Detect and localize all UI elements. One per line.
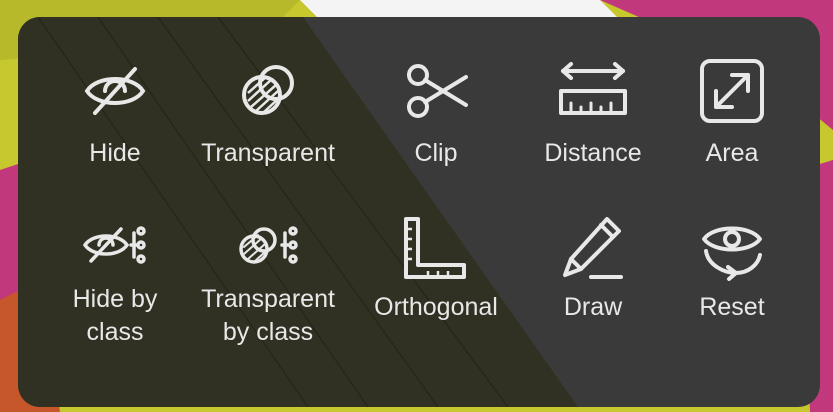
tools-panel: Hide Transparent Clip Distance Area Hide… — [18, 17, 820, 407]
orthogonal-button[interactable]: Orthogonal — [351, 217, 521, 324]
square-ruler-icon — [404, 217, 466, 279]
eye-off-icon — [84, 67, 146, 115]
reset-label: Reset — [699, 293, 765, 321]
eye-off-class-icon — [82, 226, 146, 264]
transparent-by-class-label: Transparent by class — [201, 285, 335, 346]
hide-button[interactable]: Hide — [30, 55, 200, 170]
area-button[interactable]: Area — [647, 55, 817, 170]
hide-by-class-button[interactable]: Hide by class — [30, 217, 200, 349]
hide-label: Hide — [89, 139, 141, 167]
eye-reset-icon — [702, 226, 762, 281]
transparent-button[interactable]: Transparent — [183, 55, 353, 170]
transparent-spheres-icon — [242, 65, 294, 115]
pencil-icon — [563, 217, 623, 279]
clip-button[interactable]: Clip — [351, 55, 521, 170]
hide-by-class-label: Hide by class — [72, 285, 158, 346]
transparent-by-class-button[interactable]: Transparent by class — [183, 217, 353, 349]
clip-label: Clip — [414, 139, 458, 167]
reset-button[interactable]: Reset — [647, 217, 817, 324]
area-label: Area — [705, 139, 759, 167]
orthogonal-label: Orthogonal — [374, 293, 498, 321]
scissors-icon — [407, 64, 468, 118]
transparent-class-icon — [239, 226, 298, 264]
transparent-label: Transparent — [201, 139, 335, 167]
ruler-icon — [559, 62, 627, 115]
expand-arrows-icon — [700, 59, 764, 123]
